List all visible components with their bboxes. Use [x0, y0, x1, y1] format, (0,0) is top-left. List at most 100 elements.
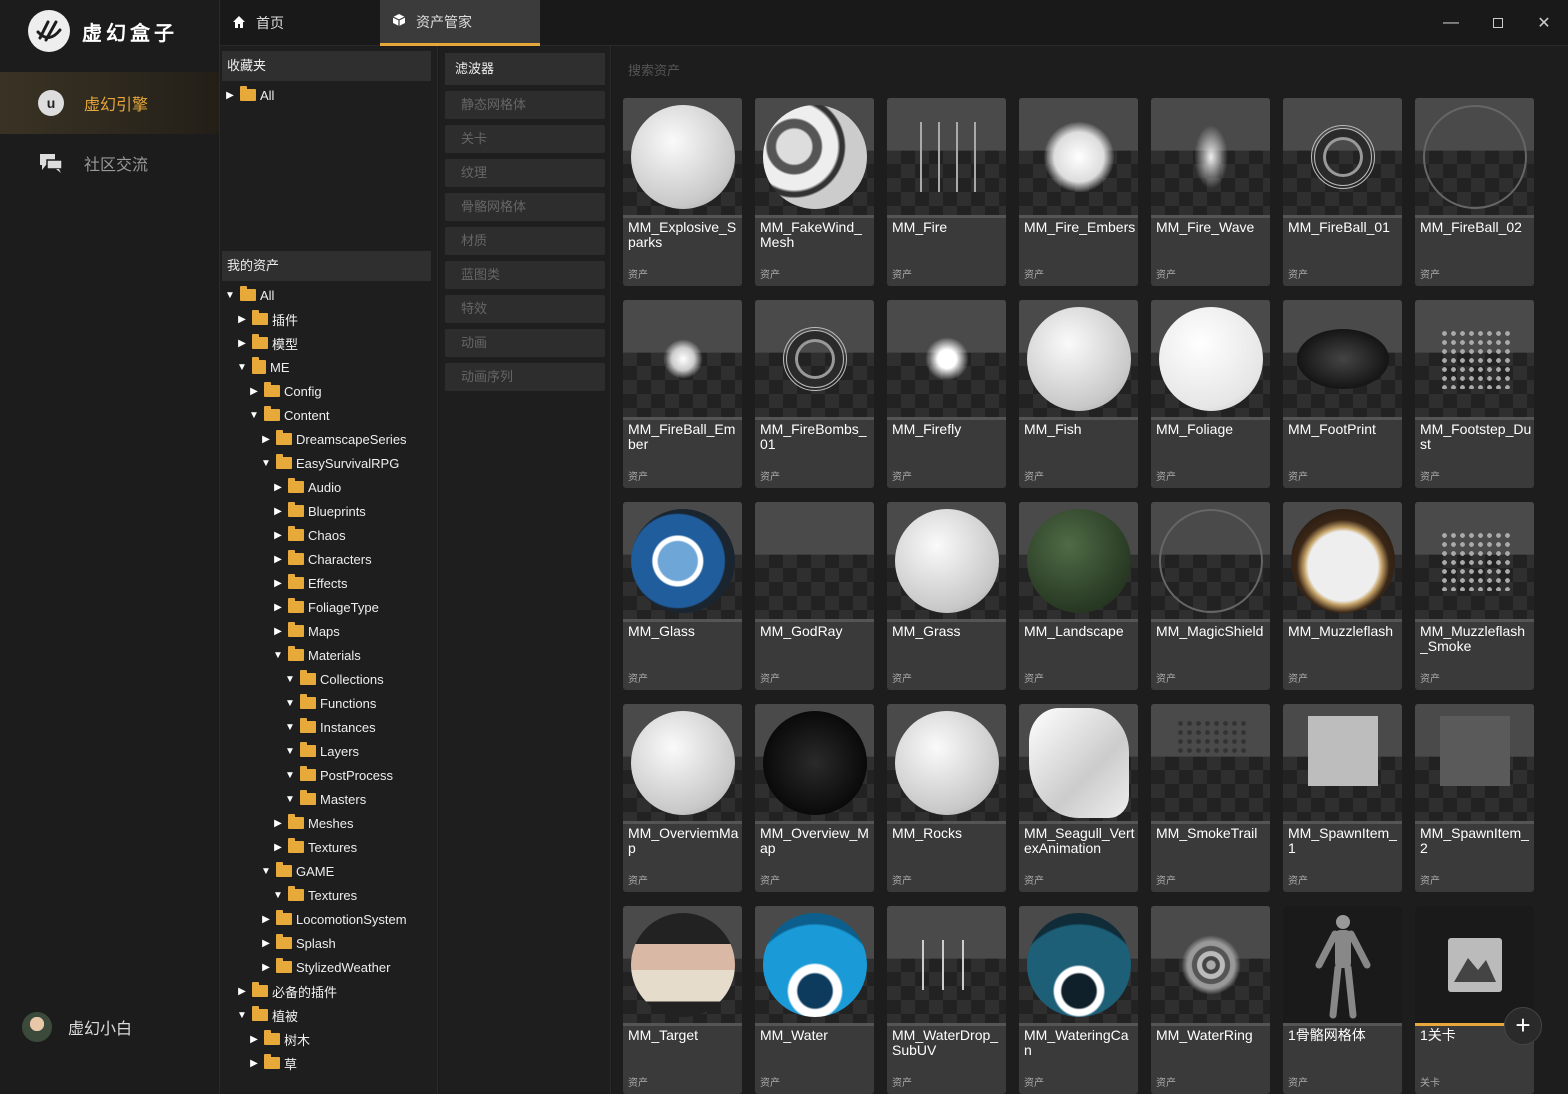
- filter-button[interactable]: 骨骼网格体: [445, 193, 605, 221]
- tree-item[interactable]: ▶ Meshes: [272, 811, 354, 835]
- asset-card[interactable]: MM_Firefly 资产: [887, 300, 1006, 488]
- caret-right-icon[interactable]: ▶: [272, 818, 284, 829]
- caret-right-icon[interactable]: ▶: [272, 602, 284, 613]
- caret-right-icon[interactable]: ▶: [260, 914, 272, 925]
- caret-down-icon[interactable]: ▼: [284, 698, 296, 709]
- maximize-icon[interactable]: [1485, 10, 1511, 36]
- caret-right-icon[interactable]: ▶: [272, 578, 284, 589]
- tab-home[interactable]: 首页: [220, 0, 378, 46]
- tree-item[interactable]: ▼ Layers: [284, 739, 359, 763]
- caret-down-icon[interactable]: ▼: [284, 722, 296, 733]
- asset-card[interactable]: MM_Footstep_Dust 资产: [1415, 300, 1534, 488]
- tree-item[interactable]: ▶ Textures: [272, 835, 357, 859]
- filter-button[interactable]: 纹理: [445, 159, 605, 187]
- tree-item[interactable]: ▼ Collections: [284, 667, 384, 691]
- tab-asset-manager[interactable]: 资产管家: [380, 0, 540, 46]
- caret-right-icon[interactable]: ▶: [272, 626, 284, 637]
- add-button[interactable]: +: [1504, 1007, 1542, 1045]
- caret-down-icon[interactable]: ▼: [236, 362, 248, 373]
- asset-card[interactable]: MM_FireBombs_01 资产: [755, 300, 874, 488]
- asset-card[interactable]: MM_FireBall_Ember 资产: [623, 300, 742, 488]
- caret-down-icon[interactable]: ▼: [236, 1010, 248, 1021]
- tree-item[interactable]: ▼ All: [224, 283, 274, 307]
- asset-card[interactable]: MM_SpawnItem_1 资产: [1283, 704, 1402, 892]
- filter-button[interactable]: 关卡: [445, 125, 605, 153]
- asset-card[interactable]: MM_Rocks 资产: [887, 704, 1006, 892]
- asset-card[interactable]: MM_WaterDrop_SubUV 资产: [887, 906, 1006, 1094]
- filter-button[interactable]: 材质: [445, 227, 605, 255]
- caret-down-icon[interactable]: ▼: [284, 770, 296, 781]
- asset-card[interactable]: MM_GodRay 资产: [755, 502, 874, 690]
- tree-item[interactable]: ▶ 树木: [248, 1027, 310, 1051]
- tree-item[interactable]: ▶ LocomotionSystem: [260, 907, 407, 931]
- asset-card[interactable]: 1关卡 关卡: [1415, 906, 1534, 1094]
- caret-right-icon[interactable]: ▶: [236, 338, 248, 349]
- tree-item[interactable]: ▼ Materials: [272, 643, 361, 667]
- caret-right-icon[interactable]: ▶: [260, 938, 272, 949]
- tree-item[interactable]: ▶ Splash: [260, 931, 336, 955]
- close-icon[interactable]: ✕: [1531, 10, 1557, 36]
- asset-card[interactable]: MM_FireBall_02 资产: [1415, 98, 1534, 286]
- asset-card[interactable]: MM_MagicShield 资产: [1151, 502, 1270, 690]
- tree-item[interactable]: ▼ Textures: [272, 883, 357, 907]
- caret-down-icon[interactable]: ▼: [272, 890, 284, 901]
- filter-button[interactable]: 动画序列: [445, 363, 605, 391]
- tree-item[interactable]: ▶ Blueprints: [272, 499, 366, 523]
- tree-item[interactable]: ▶ Maps: [272, 619, 340, 643]
- caret-right-icon[interactable]: ▶: [272, 506, 284, 517]
- tree-item[interactable]: ▶ 模型: [236, 331, 298, 355]
- asset-card[interactable]: MM_Target 资产: [623, 906, 742, 1094]
- caret-down-icon[interactable]: ▼: [224, 290, 236, 301]
- tree-item[interactable]: ▼ Masters: [284, 787, 366, 811]
- asset-card[interactable]: MM_Fire_Embers 资产: [1019, 98, 1138, 286]
- tree-item[interactable]: ▼ ME: [236, 355, 290, 379]
- tree-item[interactable]: ▶ Audio: [272, 475, 341, 499]
- asset-card[interactable]: MM_SpawnItem_2 资产: [1415, 704, 1534, 892]
- caret-right-icon[interactable]: ▶: [272, 482, 284, 493]
- caret-down-icon[interactable]: ▼: [272, 650, 284, 661]
- asset-card[interactable]: MM_Overview_Map 资产: [755, 704, 874, 892]
- caret-right-icon[interactable]: ▶: [224, 90, 236, 101]
- caret-down-icon[interactable]: ▼: [260, 458, 272, 469]
- filter-button[interactable]: 蓝图类: [445, 261, 605, 289]
- tree-item[interactable]: ▶ 草: [248, 1051, 297, 1075]
- tree-item[interactable]: ▼ GAME: [260, 859, 334, 883]
- tree-item[interactable]: ▶ Characters: [272, 547, 372, 571]
- tree-item[interactable]: ▶ 必备的插件: [236, 979, 337, 1003]
- asset-card[interactable]: 1骨骼网格体 资产: [1283, 906, 1402, 1094]
- asset-card[interactable]: MM_Explosive_Sparks 资产: [623, 98, 742, 286]
- asset-card[interactable]: MM_Fish 资产: [1019, 300, 1138, 488]
- asset-card[interactable]: MM_FakeWind_Mesh 资产: [755, 98, 874, 286]
- tree-item[interactable]: ▼ 植被: [236, 1003, 298, 1027]
- tree-item[interactable]: ▶ Chaos: [272, 523, 346, 547]
- caret-down-icon[interactable]: ▼: [260, 866, 272, 877]
- tree-item[interactable]: ▼ Functions: [284, 691, 376, 715]
- asset-card[interactable]: MM_FireBall_01 资产: [1283, 98, 1402, 286]
- minimize-icon[interactable]: —: [1438, 10, 1464, 36]
- search-input[interactable]: 搜索资产: [628, 60, 680, 79]
- asset-card[interactable]: MM_Grass 资产: [887, 502, 1006, 690]
- asset-card[interactable]: MM_WateringCan 资产: [1019, 906, 1138, 1094]
- caret-right-icon[interactable]: ▶: [248, 386, 260, 397]
- user-profile[interactable]: 虚幻小白: [22, 1012, 132, 1042]
- caret-right-icon[interactable]: ▶: [272, 530, 284, 541]
- asset-card[interactable]: MM_Muzzleflash 资产: [1283, 502, 1402, 690]
- caret-down-icon[interactable]: ▼: [284, 746, 296, 757]
- filter-button[interactable]: 静态网格体: [445, 91, 605, 119]
- caret-right-icon[interactable]: ▶: [248, 1034, 260, 1045]
- tree-item[interactable]: ▶ 插件: [236, 307, 298, 331]
- filter-button[interactable]: 动画: [445, 329, 605, 357]
- tree-item[interactable]: ▼ Content: [248, 403, 330, 427]
- tree-item[interactable]: ▶ Effects: [272, 571, 348, 595]
- asset-card[interactable]: MM_Landscape 资产: [1019, 502, 1138, 690]
- tree-item[interactable]: ▼ EasySurvivalRPG: [260, 451, 399, 475]
- caret-right-icon[interactable]: ▶: [272, 842, 284, 853]
- nav-item-unreal[interactable]: u 虚幻引擎: [0, 72, 219, 134]
- asset-card[interactable]: MM_Fire 资产: [887, 98, 1006, 286]
- asset-card[interactable]: MM_Seagull_VertexAnimation 资产: [1019, 704, 1138, 892]
- caret-down-icon[interactable]: ▼: [248, 410, 260, 421]
- caret-right-icon[interactable]: ▶: [272, 554, 284, 565]
- tree-item[interactable]: ▶ StylizedWeather: [260, 955, 390, 979]
- asset-card[interactable]: MM_SmokeTrail 资产: [1151, 704, 1270, 892]
- caret-right-icon[interactable]: ▶: [236, 986, 248, 997]
